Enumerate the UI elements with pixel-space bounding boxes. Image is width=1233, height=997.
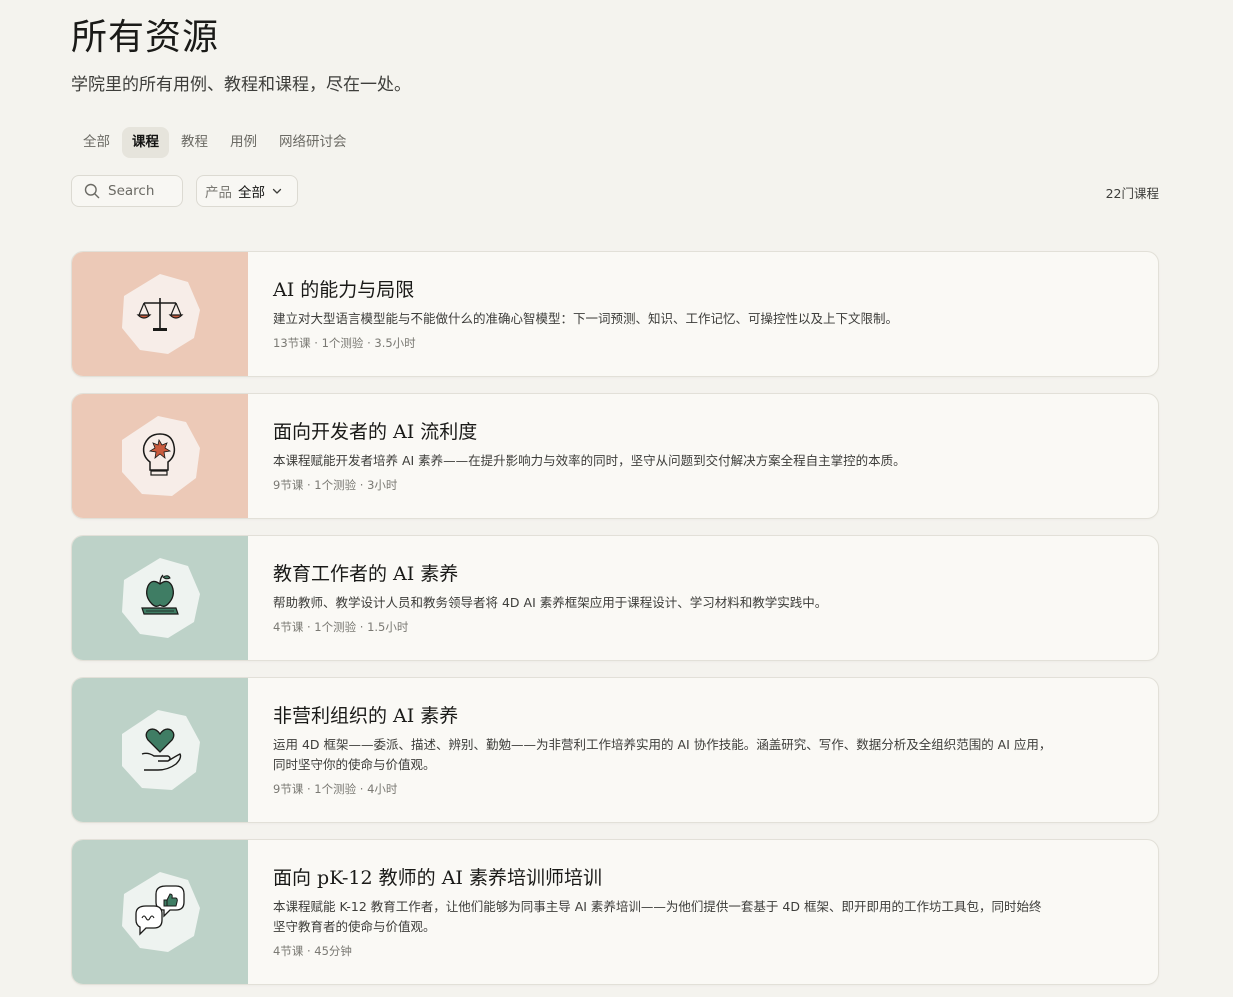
course-card-body: 面向开发者的 AI 流利度 本课程赋能开发者培养 AI 素养——在提升影响力与效… bbox=[248, 394, 1053, 518]
course-description: 本课程赋能 K-12 教育工作者，让他们能够为同事主导 AI 素养培训——为他们… bbox=[273, 899, 1042, 934]
course-card-body: 非营利组织的 AI 素养 运用 4D 框架——委派、描述、辨别、勤勉——为非营利… bbox=[248, 678, 1053, 822]
heart-hand-icon bbox=[122, 710, 200, 790]
course-card-body: AI 的能力与局限 建立对大型语言模型能与不能做什么的准确心智模型：下一词预测、… bbox=[248, 252, 1053, 376]
result-count: 22门课程 bbox=[1105, 186, 1159, 201]
page-subtitle: 学院里的所有用例、教程和课程，尽在一处。 bbox=[71, 75, 411, 95]
course-thumbnail bbox=[72, 252, 248, 376]
course-meta: 9节课 · 1个测验 · 4小时 bbox=[273, 782, 398, 796]
search-input[interactable] bbox=[108, 183, 178, 199]
search-box[interactable] bbox=[71, 175, 183, 207]
course-meta: 13节课 · 1个测验 · 3.5小时 bbox=[273, 336, 416, 350]
chat-bubbles-icon bbox=[122, 872, 200, 952]
course-thumbnail bbox=[72, 536, 248, 660]
product-filter-value: 全部 bbox=[238, 185, 265, 201]
course-card-ai-capabilities[interactable]: AI 的能力与局限 建立对大型语言模型能与不能做什么的准确心智模型：下一词预测、… bbox=[71, 251, 1159, 377]
course-title: 非营利组织的 AI 素养 bbox=[273, 705, 459, 727]
course-meta: 9节课 · 1个测验 · 3小时 bbox=[273, 478, 398, 492]
course-card-nonprofits[interactable]: 非营利组织的 AI 素养 运用 4D 框架——委派、描述、辨别、勤勉——为非营利… bbox=[71, 677, 1159, 823]
product-filter-dropdown[interactable]: 产品 全部 bbox=[196, 175, 298, 207]
tab-use-cases[interactable]: 用例 bbox=[220, 127, 267, 158]
tab-courses[interactable]: 课程 bbox=[122, 127, 169, 158]
course-meta: 4节课 · 1个测验 · 1.5小时 bbox=[273, 620, 409, 634]
course-meta: 4节课 · 45分钟 bbox=[273, 944, 352, 958]
search-icon bbox=[84, 183, 100, 199]
course-description: 本课程赋能开发者培养 AI 素养——在提升影响力与效率的同时，坚守从问题到交付解… bbox=[273, 453, 906, 468]
head-burst-icon bbox=[122, 416, 200, 496]
tab-all[interactable]: 全部 bbox=[73, 127, 120, 158]
course-description: 运用 4D 框架——委派、描述、辨别、勤勉——为非营利工作培养实用的 AI 协作… bbox=[273, 737, 1052, 772]
course-card-developer-fluency[interactable]: 面向开发者的 AI 流利度 本课程赋能开发者培养 AI 素养——在提升影响力与效… bbox=[71, 393, 1159, 519]
course-thumbnail bbox=[72, 840, 248, 984]
product-filter-label: 产品 bbox=[205, 185, 232, 201]
course-title: AI 的能力与局限 bbox=[273, 279, 415, 301]
course-title: 面向开发者的 AI 流利度 bbox=[273, 421, 478, 443]
course-thumbnail bbox=[72, 394, 248, 518]
chevron-down-icon bbox=[272, 188, 282, 194]
tab-tutorials[interactable]: 教程 bbox=[171, 127, 218, 158]
course-thumbnail bbox=[72, 678, 248, 822]
course-card-body: 面向 pK-12 教师的 AI 素养培训师培训 本课程赋能 K-12 教育工作者… bbox=[248, 840, 1053, 984]
course-card-educators[interactable]: 教育工作者的 AI 素养 帮助教师、教学设计人员和教务领导者将 4D AI 素养… bbox=[71, 535, 1159, 661]
course-card-body: 教育工作者的 AI 素养 帮助教师、教学设计人员和教务领导者将 4D AI 素养… bbox=[248, 536, 1053, 660]
resource-tabs: 全部 课程 教程 用例 网络研讨会 bbox=[73, 127, 357, 158]
apple-book-icon bbox=[122, 558, 200, 638]
course-title: 面向 pK-12 教师的 AI 素养培训师培训 bbox=[273, 867, 602, 889]
course-title: 教育工作者的 AI 素养 bbox=[273, 563, 459, 585]
course-description: 帮助教师、教学设计人员和教务领导者将 4D AI 素养框架应用于课程设计、学习材… bbox=[273, 595, 828, 610]
tab-webinars[interactable]: 网络研讨会 bbox=[269, 127, 357, 158]
filter-toolbar: 产品 全部 bbox=[71, 175, 298, 207]
course-card-k12-trainers[interactable]: 面向 pK-12 教师的 AI 素养培训师培训 本课程赋能 K-12 教育工作者… bbox=[71, 839, 1159, 985]
scales-icon bbox=[122, 274, 200, 354]
page-title: 所有资源 bbox=[71, 17, 220, 58]
course-description: 建立对大型语言模型能与不能做什么的准确心智模型：下一词预测、知识、工作记忆、可操… bbox=[273, 311, 899, 326]
